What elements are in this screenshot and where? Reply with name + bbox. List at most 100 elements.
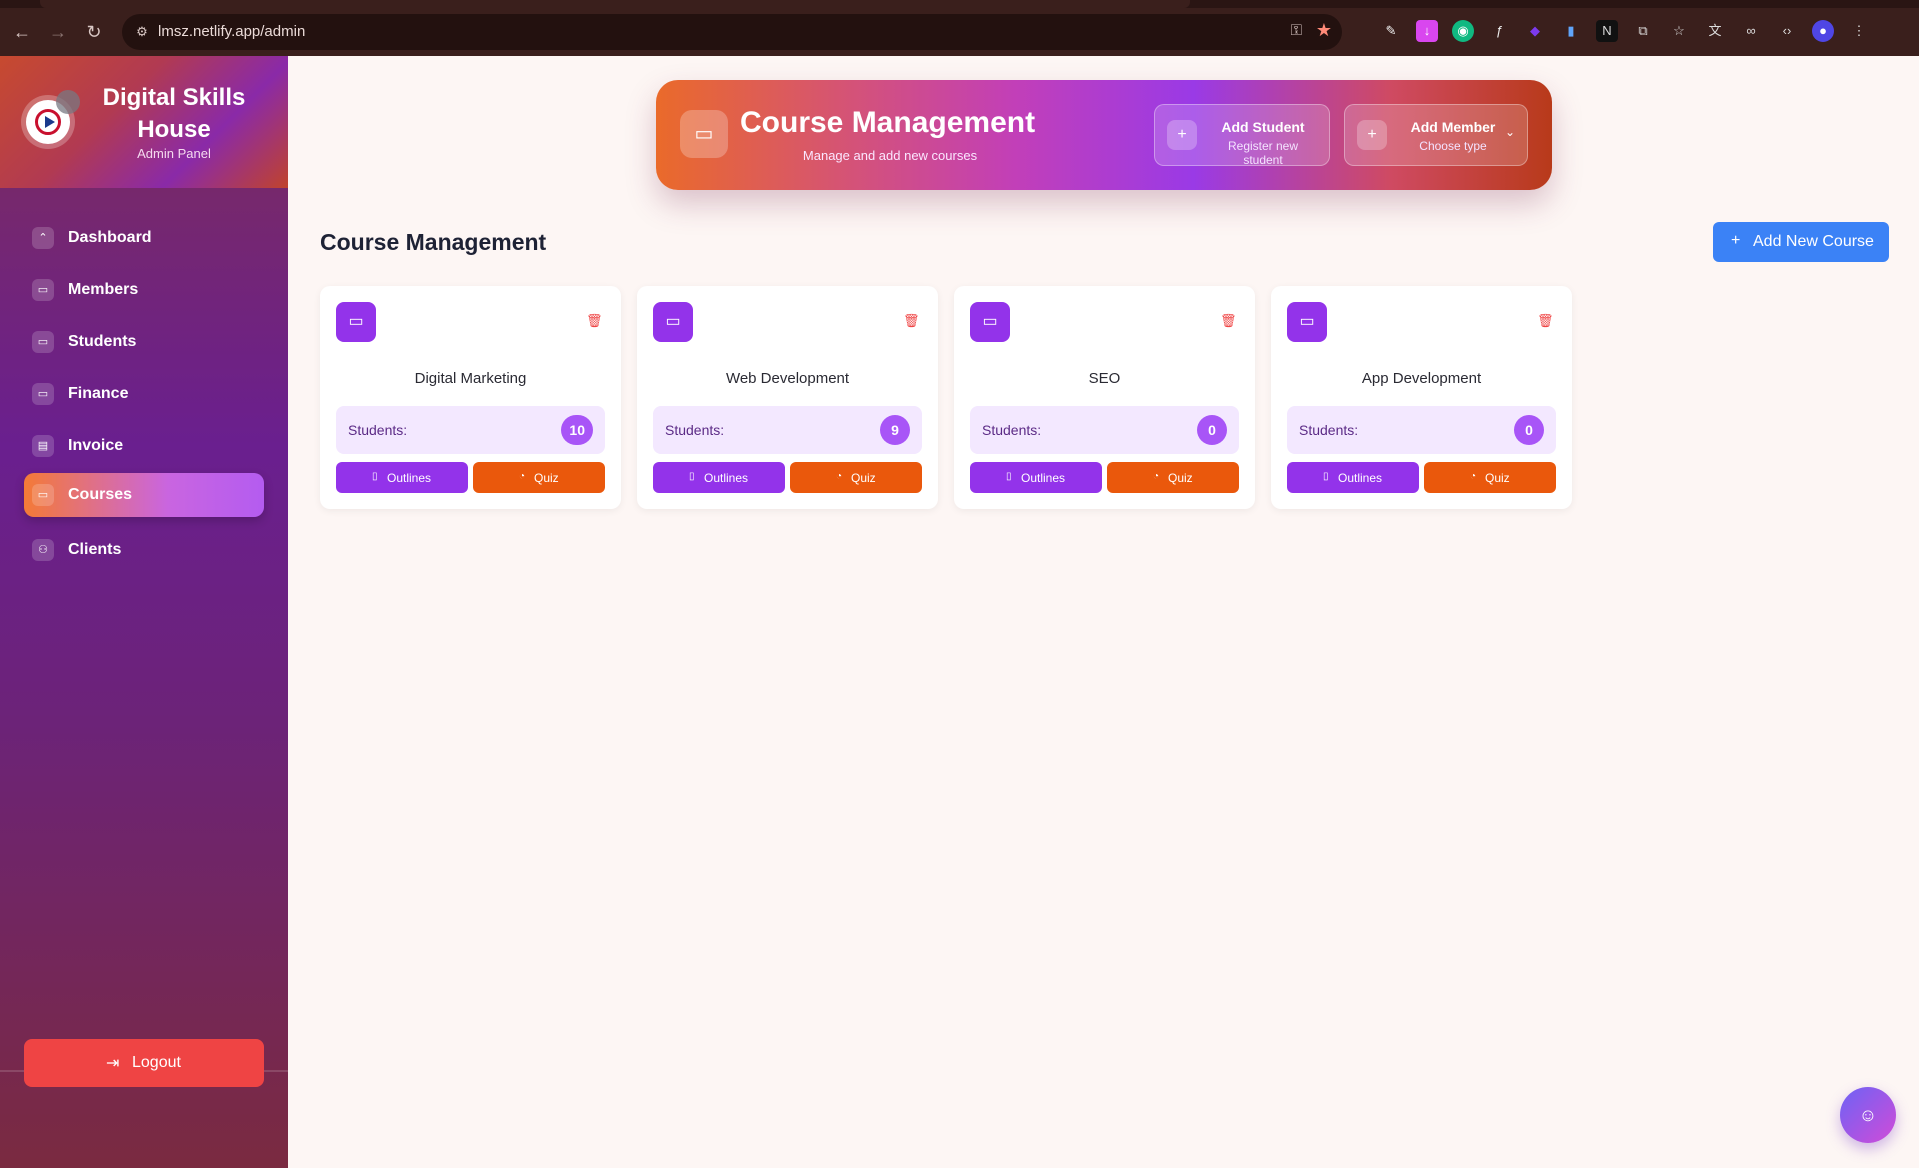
- quiz-icon: ◔: [519, 471, 526, 482]
- fonts-extension-icon[interactable]: ƒ: [1488, 20, 1510, 42]
- plus-icon: +: [1167, 120, 1197, 150]
- book-icon: ▭: [653, 302, 693, 342]
- outlines-button[interactable]: ▯ Outlines: [336, 462, 468, 493]
- quiz-button[interactable]: ◔ Quiz: [473, 462, 605, 493]
- outlines-button[interactable]: ▯ Outlines: [970, 462, 1102, 493]
- link-icon[interactable]: ∞: [1740, 20, 1762, 42]
- logo-status-dot: [56, 90, 80, 114]
- quiz-icon: ◔: [1470, 471, 1477, 482]
- trash-icon[interactable]: 🗑: [903, 313, 920, 329]
- active-tab[interactable]: [40, 0, 1190, 8]
- diamond-extension-icon[interactable]: ◆: [1524, 20, 1546, 42]
- sidebar-item-label: Courses: [68, 486, 133, 503]
- site-info-icon[interactable]: ⚙: [132, 22, 152, 42]
- sidebar-item-invoice[interactable]: ▤ Invoice: [24, 424, 264, 468]
- course-card: ▭ 🗑 App Development Students: 0 ▯ Outlin…: [1271, 286, 1572, 509]
- profile-avatar-icon[interactable]: ●: [1812, 20, 1834, 42]
- forward-icon[interactable]: →: [46, 20, 70, 44]
- clients-icon: ⚇: [32, 539, 54, 561]
- address-bar[interactable]: ⚙ lmsz.netlify.app/admin ⚿ ★: [122, 14, 1342, 50]
- code-icon[interactable]: ‹›: [1776, 20, 1798, 42]
- docs-extension-icon[interactable]: ▮: [1560, 20, 1582, 42]
- students-count-badge: 0: [1514, 415, 1544, 445]
- sidebar-item-students[interactable]: ▭ Students: [24, 320, 264, 364]
- students-label: Students:: [982, 422, 1042, 438]
- outlines-label: Outlines: [1021, 471, 1066, 485]
- add-new-course-button[interactable]: + Add New Course: [1713, 222, 1889, 262]
- course-name: Digital Marketing: [414, 370, 527, 387]
- chat-icon[interactable]: ☺: [1840, 1087, 1896, 1143]
- outlines-button[interactable]: ▯ Outlines: [1287, 462, 1419, 493]
- translate-icon[interactable]: 文: [1704, 20, 1726, 42]
- add-member-subtitle: Choose type: [1419, 139, 1487, 153]
- eyedropper-extension-icon[interactable]: ✎: [1380, 20, 1402, 42]
- trash-icon[interactable]: 🗑: [1220, 313, 1237, 329]
- sidebar-item-finance[interactable]: ▭ Finance: [24, 372, 264, 416]
- sidebar-item-clients[interactable]: ⚇ Clients: [24, 528, 264, 572]
- trash-icon[interactable]: 🗑: [586, 313, 603, 329]
- students-label: Students:: [348, 422, 408, 438]
- course-name: SEO: [1088, 370, 1121, 387]
- quiz-label: Quiz: [1168, 471, 1193, 485]
- browser-toolbar: ← → ↻ ⚙ lmsz.netlify.app/admin ⚿ ★ ✎ ↓ ◉…: [0, 0, 1919, 56]
- course-name: Web Development: [725, 370, 850, 387]
- book-icon: ▭: [336, 302, 376, 342]
- puzzle-extensions-icon[interactable]: ⧉: [1632, 20, 1654, 42]
- plus-icon: +: [1357, 120, 1387, 150]
- tab-strip: [0, 0, 1919, 8]
- extensions-bar: ✎ ↓ ◉ ƒ ◆ ▮ N ⧉ ☆ 文 ∞ ‹› ● ⋮: [1380, 20, 1870, 44]
- course-name: App Development: [1361, 370, 1482, 387]
- sidebar-item-dashboard[interactable]: ⌃ Dashboard: [24, 216, 264, 260]
- book-icon: ▭: [1287, 302, 1327, 342]
- course-card: ▭ 🗑 Web Development Students: 9 ▯ Outlin…: [637, 286, 938, 509]
- sidebar-item-label: Students: [68, 333, 137, 350]
- url-text[interactable]: lmsz.netlify.app/admin: [158, 23, 305, 40]
- bookmark-star-icon[interactable]: ★: [1316, 20, 1332, 41]
- brand-subtitle: Admin Panel: [137, 146, 211, 161]
- quiz-button[interactable]: ◔ Quiz: [790, 462, 922, 493]
- file-icon: ▤: [32, 435, 54, 457]
- book-icon: ▭: [970, 302, 1010, 342]
- add-student-title: Add Student: [1221, 119, 1305, 135]
- add-member-title: Add Member: [1410, 119, 1496, 135]
- students-stat: Students: 0: [1287, 406, 1556, 454]
- menu-kebab-icon[interactable]: ⋮: [1848, 20, 1870, 42]
- bookmarks-icon[interactable]: ☆: [1668, 20, 1690, 42]
- trash-icon[interactable]: 🗑: [1537, 313, 1554, 329]
- book-icon: ▭: [680, 110, 728, 158]
- quiz-button[interactable]: ◔ Quiz: [1424, 462, 1556, 493]
- download-extension-icon[interactable]: ↓: [1416, 20, 1438, 42]
- sidebar-header: Digital Skills House Admin Panel: [0, 56, 288, 188]
- students-count-badge: 9: [880, 415, 910, 445]
- sidebar-item-label: Clients: [68, 541, 122, 558]
- outlines-label: Outlines: [1338, 471, 1383, 485]
- quiz-label: Quiz: [534, 471, 559, 485]
- sidebar-item-label: Finance: [68, 385, 129, 402]
- logout-icon: ⇥: [106, 1055, 120, 1072]
- book-icon: ▭: [32, 331, 54, 353]
- reload-icon[interactable]: ↻: [82, 20, 106, 44]
- book-icon: ▭: [32, 484, 54, 506]
- add-member-dropdown[interactable]: + Add Member Choose type ⌄: [1344, 104, 1528, 166]
- students-stat: Students: 0: [970, 406, 1239, 454]
- document-icon: ▯: [372, 471, 378, 482]
- sidebar-item-label: Members: [68, 281, 139, 298]
- password-key-icon[interactable]: ⚿: [1291, 22, 1302, 39]
- grammar-extension-icon[interactable]: ◉: [1452, 20, 1474, 42]
- logout-label: Logout: [132, 1054, 181, 1071]
- outlines-button[interactable]: ▯ Outlines: [653, 462, 785, 493]
- page-subtitle: Manage and add new courses: [802, 148, 978, 163]
- document-icon: ▯: [1006, 471, 1012, 482]
- quiz-button[interactable]: ◔ Quiz: [1107, 462, 1239, 493]
- students-count-badge: 10: [561, 415, 593, 445]
- sidebar-item-courses[interactable]: ▭ Courses: [24, 473, 264, 517]
- n-extension-icon[interactable]: N: [1596, 20, 1618, 42]
- add-student-button[interactable]: + Add Student Register new student: [1154, 104, 1330, 167]
- logout-button[interactable]: ⇥ Logout: [24, 1039, 264, 1087]
- brand-name: Digital Skills House: [102, 84, 246, 143]
- outlines-label: Outlines: [387, 471, 432, 485]
- sidebar-item-members[interactable]: ▭ Members: [24, 268, 264, 312]
- dashboard-icon: ⌃: [32, 227, 54, 249]
- back-icon[interactable]: ←: [10, 20, 34, 44]
- book-icon: ▭: [32, 383, 54, 405]
